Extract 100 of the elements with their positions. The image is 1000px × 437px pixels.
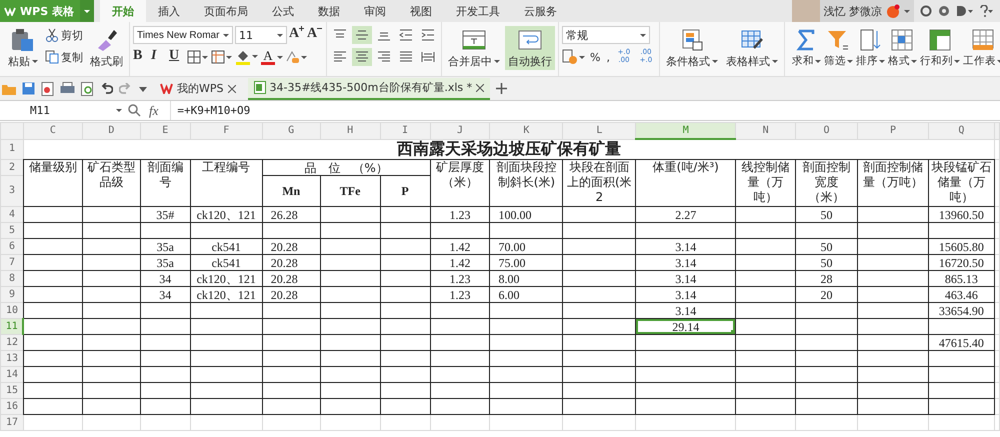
- print-icon[interactable]: [60, 82, 75, 95]
- column-header[interactable]: J: [430, 122, 490, 139]
- fill-color-icon[interactable]: [235, 49, 259, 65]
- borders-icon[interactable]: [187, 50, 209, 64]
- menu-tab[interactable]: 公式: [260, 0, 306, 22]
- cell-name-box[interactable]: M11: [0, 104, 128, 117]
- conditional-format-button[interactable]: 条件格式: [662, 26, 721, 70]
- row-header[interactable]: 6: [0, 238, 24, 254]
- row-header[interactable]: 13: [0, 350, 24, 366]
- help-icon[interactable]: [980, 5, 994, 17]
- column-header[interactable]: K: [490, 122, 563, 139]
- row-header[interactable]: 10: [0, 302, 24, 318]
- row-header[interactable]: 9: [0, 286, 24, 302]
- sum-button[interactable]: 求和: [790, 26, 822, 70]
- column-header[interactable]: H: [320, 122, 380, 139]
- caret-icon: [878, 58, 885, 64]
- row-header[interactable]: 12: [0, 334, 24, 350]
- bold-button[interactable]: B: [133, 48, 149, 66]
- row-header[interactable]: 7: [0, 254, 24, 270]
- fill-handle[interactable]: [731, 330, 735, 334]
- menu-tab[interactable]: 插入: [146, 0, 192, 22]
- column-header[interactable]: C: [23, 122, 82, 139]
- currency-format-icon[interactable]: [562, 49, 586, 65]
- merge-cells-icon: [461, 28, 487, 52]
- row-header[interactable]: 8: [0, 270, 24, 286]
- filter-button[interactable]: 筛选: [822, 26, 854, 70]
- row-header[interactable]: 4: [0, 206, 24, 222]
- row-header[interactable]: 14: [0, 366, 24, 382]
- menu-caret-button[interactable]: [80, 0, 94, 22]
- cut-button[interactable]: 剪切: [43, 26, 85, 44]
- row-header[interactable]: 5: [0, 222, 24, 238]
- caret-icon: [32, 59, 38, 64]
- column-heading: 剖面编号: [140, 160, 190, 206]
- column-header[interactable]: I: [380, 122, 430, 139]
- align-middle-button[interactable]: [352, 26, 372, 44]
- table-style-button[interactable]: 表格样式: [722, 26, 781, 70]
- column-header[interactable]: F: [190, 122, 262, 139]
- sort-icon: [858, 28, 882, 52]
- column-header[interactable]: E: [140, 122, 190, 139]
- menu-tab[interactable]: 云服务: [512, 0, 569, 22]
- align-center-button[interactable]: [352, 48, 372, 66]
- column-header[interactable]: D: [82, 122, 140, 139]
- copy-button[interactable]: 复制: [43, 48, 85, 66]
- menu-tab[interactable]: 页面布局: [192, 0, 260, 22]
- column-header[interactable]: L: [562, 122, 636, 139]
- plus-icon: [299, 26, 304, 31]
- menu-tab[interactable]: 开发工具: [444, 0, 512, 22]
- wrap-text-button[interactable]: 自动换行: [505, 26, 555, 70]
- column-heading: 矿层厚度（米）: [430, 160, 490, 206]
- column-header[interactable]: G: [262, 122, 320, 139]
- sort-button[interactable]: 排序: [854, 26, 886, 70]
- column-header[interactable]: Q: [928, 122, 994, 139]
- caret-icon[interactable]: [138, 84, 148, 92]
- row-header[interactable]: 17: [0, 414, 24, 430]
- save-icon[interactable]: [22, 82, 35, 95]
- menu-tab[interactable]: 开始: [100, 0, 146, 22]
- cell-style-icon[interactable]: [211, 50, 233, 64]
- font-name-dropdown[interactable]: Times New Romar: [133, 26, 233, 44]
- underline-button[interactable]: U: [169, 48, 185, 66]
- column-header[interactable]: P: [858, 122, 928, 139]
- document-tab[interactable]: 34-35#线435-500m台阶保有矿量.xls *: [248, 78, 490, 100]
- format-button[interactable]: 格式: [886, 26, 918, 70]
- column-header[interactable]: N: [736, 122, 796, 139]
- menu-tab[interactable]: 数据: [306, 0, 352, 22]
- shrink-font-button[interactable]: A: [307, 26, 323, 44]
- menu-tab[interactable]: 审阅: [352, 0, 398, 22]
- insert-function-button[interactable]: fx: [149, 102, 158, 118]
- undo-icon[interactable]: [100, 82, 113, 94]
- row-header[interactable]: 1: [0, 139, 24, 160]
- percent-button[interactable]: %: [588, 48, 602, 66]
- column-header[interactable]: O: [796, 122, 858, 139]
- grow-font-button[interactable]: A: [289, 26, 305, 44]
- table-cell: 16720.50: [928, 254, 994, 270]
- rows-button[interactable]: 行和列: [918, 26, 961, 70]
- number-format-dropdown[interactable]: 常规: [562, 26, 650, 44]
- font-color-button[interactable]: A: [261, 50, 283, 64]
- sheet-button[interactable]: 工作表: [962, 26, 1000, 70]
- formula-field[interactable]: =+K9+M10+O9: [170, 101, 1000, 120]
- font-size-dropdown[interactable]: 11: [235, 26, 287, 44]
- close-icon[interactable]: [228, 84, 236, 92]
- paste-button[interactable]: 粘贴: [5, 26, 41, 70]
- row-header[interactable]: 2: [0, 160, 24, 176]
- clear-format-icon[interactable]: [285, 49, 307, 65]
- pdf-export-icon[interactable]: [41, 82, 54, 96]
- table-cell: 20.28: [262, 238, 320, 254]
- format-painter-button[interactable]: 格式刷: [87, 26, 126, 70]
- italic-button[interactable]: I: [151, 48, 167, 66]
- zoom-icon[interactable]: [128, 104, 141, 117]
- table-cell: 50: [796, 206, 858, 222]
- new-tab-icon[interactable]: [496, 83, 508, 94]
- close-icon[interactable]: [476, 84, 484, 92]
- print-preview-icon[interactable]: [81, 82, 94, 96]
- merge-center-button[interactable]: 合并居中: [445, 26, 503, 70]
- document-tab[interactable]: 我的WPS: [154, 78, 242, 100]
- row-header[interactable]: 16: [0, 398, 24, 414]
- menu-tab[interactable]: 视图: [398, 0, 444, 22]
- table-cell: 15605.80: [928, 238, 994, 254]
- row-header[interactable]: 15: [0, 382, 24, 398]
- comma-button[interactable]: ,: [604, 48, 612, 66]
- row-header[interactable]: 3: [0, 176, 24, 206]
